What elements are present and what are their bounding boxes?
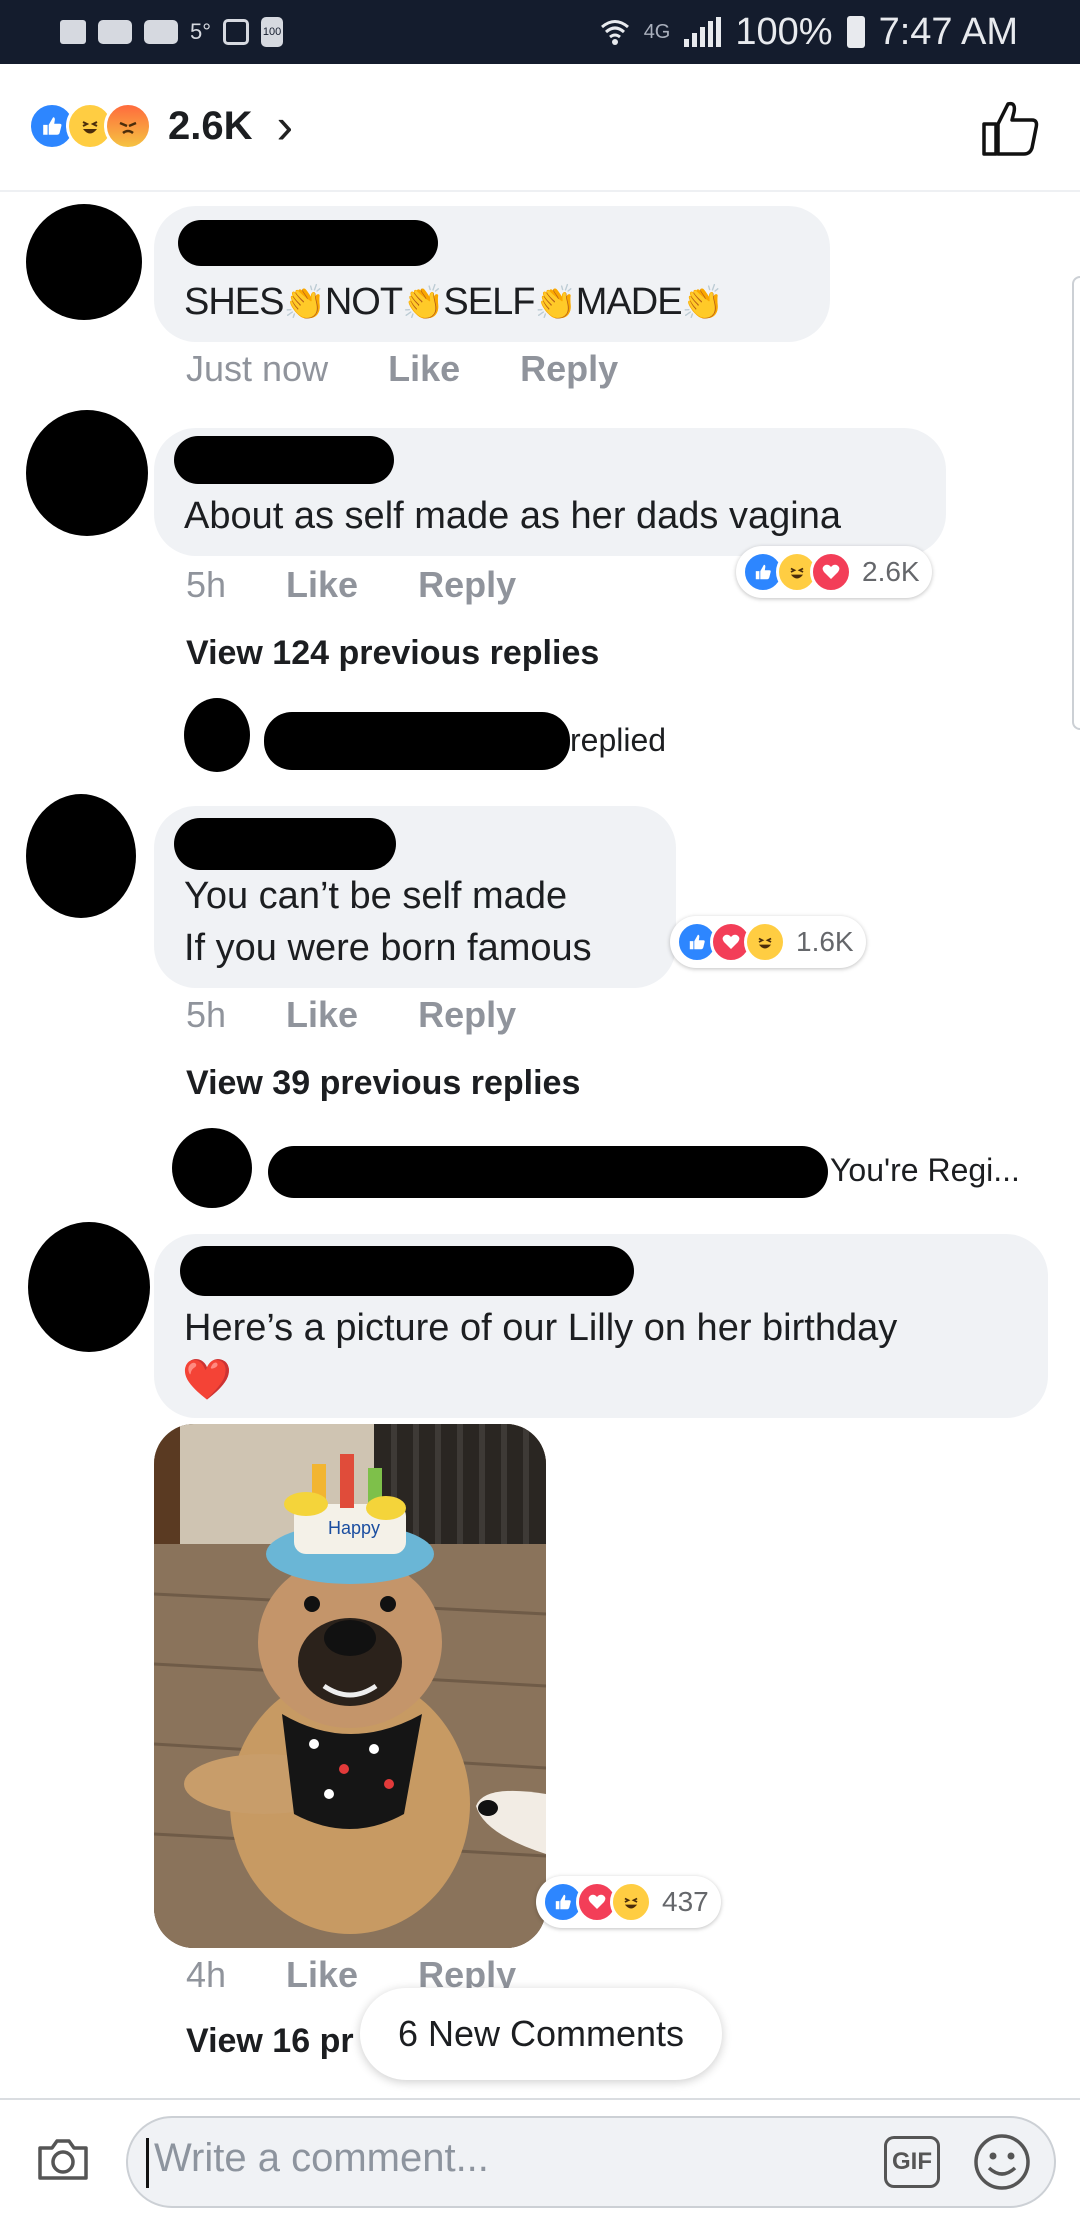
avatar[interactable]: [26, 410, 148, 536]
battery-percent: 100%: [735, 10, 833, 53]
comment-actions: 5h Like Reply: [186, 564, 516, 606]
comment-word: NOT: [324, 281, 403, 323]
comment-input[interactable]: Write a comment... GIF: [126, 2116, 1056, 2208]
comment-bubble: Here’s a picture of our Lilly on her bir…: [154, 1234, 1048, 1418]
like-link[interactable]: Like: [388, 348, 460, 390]
like-link[interactable]: Like: [286, 1954, 358, 1996]
comment-placeholder: Write a comment...: [154, 2136, 489, 2180]
comment-word: MADE: [575, 281, 683, 323]
camera-icon[interactable]: [36, 2136, 90, 2182]
wifi-icon: [600, 20, 629, 45]
clapping-hands-emoji: 👏: [402, 284, 444, 322]
haha-icon: [744, 921, 786, 963]
love-icon: [810, 551, 852, 593]
red-heart-emoji: ❤️: [182, 1358, 232, 1402]
comment-word: SELF: [443, 281, 535, 323]
comment-time: 5h: [186, 994, 227, 1035]
comment-reactions[interactable]: 437: [536, 1876, 721, 1928]
scroll-indicator: [1072, 276, 1080, 730]
reactions-summary[interactable]: 2.6K ›: [28, 98, 294, 154]
comment-photo[interactable]: Happy: [154, 1424, 546, 1948]
comment-text: Here’s a picture of our Lilly on her bir…: [184, 1307, 898, 1349]
signal-icon: [684, 17, 722, 47]
battery-icon: [846, 16, 865, 48]
clapping-hands-emoji: 👏: [283, 284, 325, 322]
comment-reactions[interactable]: 1.6K: [670, 916, 866, 968]
like-link[interactable]: Like: [286, 564, 358, 606]
comment-text: About as self made as her dads vagina: [184, 495, 841, 537]
chat-notification-icon: [60, 20, 86, 44]
reaction-count: 2.6K: [862, 556, 920, 587]
clapping-hands-emoji: 👏: [681, 284, 724, 322]
redacted-author-name[interactable]: [178, 220, 438, 266]
reply-snippet[interactable]: replied: [570, 722, 666, 759]
redacted-author-name[interactable]: [174, 818, 396, 870]
reply-link[interactable]: Reply: [418, 564, 516, 606]
reaction-count: 437: [662, 1886, 709, 1917]
chevron-right-icon: ›: [276, 98, 294, 154]
comment-actions: Just now Like Reply: [186, 348, 618, 390]
reply-avatar[interactable]: [172, 1128, 252, 1208]
comment-reactions[interactable]: 2.6K: [736, 546, 932, 598]
clapping-hands-emoji: 👏: [534, 284, 576, 322]
comment-text-line: If you were born famous: [184, 927, 592, 969]
redacted-author-name[interactable]: [180, 1246, 634, 1296]
emoji-icon[interactable]: [972, 2132, 1032, 2192]
comment-text: SHES👏NOT👏SELF👏MADE👏: [184, 276, 724, 329]
reaction-count: 2.6K: [168, 103, 253, 148]
redacted-author-name[interactable]: [174, 436, 394, 484]
view-previous-replies[interactable]: View 124 previous replies: [186, 634, 599, 673]
avatar[interactable]: [28, 1222, 150, 1352]
like-link[interactable]: Like: [286, 994, 358, 1036]
avatar[interactable]: [26, 794, 136, 918]
comment-word: SHES: [184, 281, 284, 323]
reply-link[interactable]: Reply: [418, 994, 516, 1036]
weather-temperature: 5°: [190, 19, 212, 44]
comment-time: 4h: [186, 1954, 227, 1995]
comment-time: Just now: [186, 348, 329, 389]
hat-text: Happy: [328, 1518, 380, 1538]
angry-icon: [104, 102, 152, 150]
like-button-icon[interactable]: [980, 98, 1040, 158]
redacted-author-name[interactable]: [264, 712, 570, 770]
youtube-notification-icon: [98, 20, 132, 44]
new-comments-toast[interactable]: 6 New Comments: [360, 1988, 722, 2080]
status-bar: 5° 100 4G 100% 7:47 AM: [0, 0, 1080, 64]
redacted-author-name[interactable]: [268, 1146, 828, 1198]
reactions-header: 2.6K ›: [0, 64, 1080, 192]
comment-actions: 5h Like Reply: [186, 994, 516, 1036]
comment-time: 5h: [186, 564, 227, 605]
comment-text-line: You can’t be self made: [184, 875, 568, 917]
network-type: 4G: [643, 20, 671, 43]
clock: 7:47 AM: [878, 10, 1018, 53]
comment-bubble: You can’t be self made If you were born …: [154, 806, 676, 988]
gif-button[interactable]: GIF: [884, 2136, 940, 2188]
battery-saver-icon: 100: [261, 17, 284, 47]
reply-link[interactable]: Reply: [520, 348, 618, 390]
instagram-notification-icon: [223, 19, 250, 45]
reply-avatar[interactable]: [184, 698, 250, 772]
reply-snippet[interactable]: You're Regi...: [830, 1152, 1020, 1189]
reaction-count: 1.6K: [796, 926, 854, 957]
comment-composer: Write a comment... GIF: [0, 2098, 1080, 2222]
view-previous-replies[interactable]: View 39 previous replies: [186, 1064, 580, 1103]
haha-icon: [610, 1881, 652, 1923]
text-cursor: [146, 2138, 149, 2188]
comment-bubble: SHES👏NOT👏SELF👏MADE👏: [154, 206, 830, 342]
comment-bubble: About as self made as her dads vagina: [154, 428, 946, 556]
avatar[interactable]: [26, 204, 142, 320]
view-previous-replies[interactable]: View 16 pr: [186, 2022, 354, 2061]
youtube-notification-icon-2: [144, 20, 178, 44]
dog-birthday-photo: Happy: [154, 1424, 546, 1948]
